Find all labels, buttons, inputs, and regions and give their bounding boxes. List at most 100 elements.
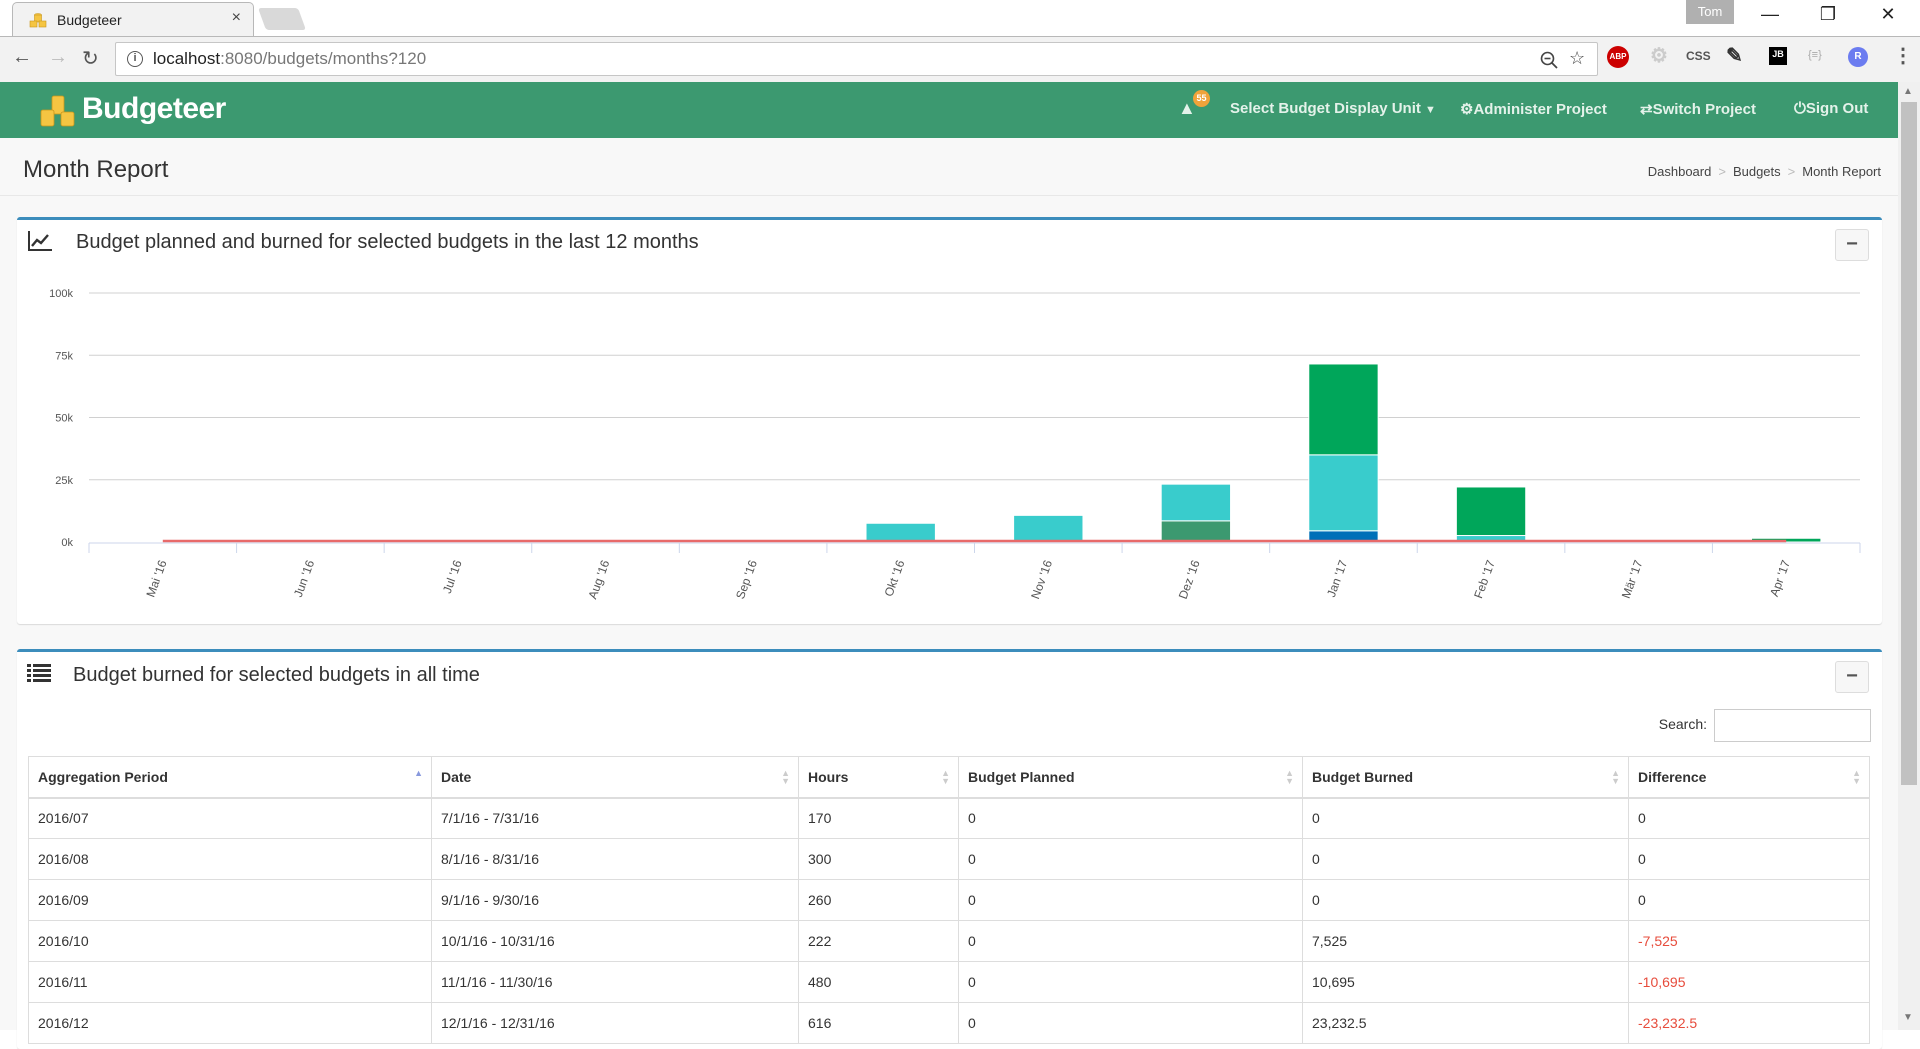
table-body: 2016/07 7/1/16 - 7/31/16 170 0 0 0 2016/08 8/1/… [28,797,1870,1044]
budget-table: Aggregation Period ▲ Date ▲ ▼ Hours ▲ ▼ Budge… [28,756,1870,1044]
table-row: 2016/07 7/1/16 - 7/31/16 170 0 0 0 [28,797,1870,839]
breadcrumb-budgets[interactable]: Budgets [1733,164,1781,179]
chart-box: Budget planned and burned for selected b… [17,217,1882,624]
bar-segment [1160,483,1232,522]
x-tick-label: Aug '16 [585,558,612,601]
cell-period: 2016/11 [28,961,432,1003]
list-icon [27,664,51,682]
switch-project-label: Switch Project [1652,101,1756,118]
cell-date: 10/1/16 - 10/31/16 [431,920,799,962]
column-header-budget-burned[interactable]: Budget Burned ▲ ▼ [1302,756,1629,799]
json-extension-icon[interactable]: {≡} [1808,49,1822,61]
x-tick-label: Mär '17 [1619,558,1646,600]
table-row: 2016/09 9/1/16 - 9/30/16 260 0 0 0 [28,879,1870,921]
caret-down-icon: ▼ [1425,104,1436,116]
x-tick-label: Nov '16 [1028,558,1055,601]
column-header-hours[interactable]: Hours ▲ ▼ [798,756,959,799]
tab-title: Budgeteer [57,12,122,28]
cell-date: 7/1/16 - 7/31/16 [431,797,799,839]
cell-planned: 0 [958,797,1303,839]
browser-toolbar: ← → ↻ i localhost:8080/budgets/months?12… [0,36,1920,82]
notification-badge: 55 [1193,90,1210,107]
reload-icon[interactable]: ↻ [82,46,99,71]
collapse-table-button[interactable]: − [1835,661,1869,693]
forward-icon[interactable]: → [48,46,68,69]
y-tick-label: 100k [49,288,73,300]
x-tick-label: Sep '16 [733,558,760,601]
column-header-difference[interactable]: Difference ▲ ▼ [1628,756,1870,799]
cell-hours: 616 [798,1002,959,1044]
minimize-icon[interactable]: — [1755,4,1785,25]
display-unit-label: Select Budget Display Unit [1230,100,1421,117]
column-label: Aggregation Period [38,768,168,785]
close-window-icon[interactable]: ✕ [1873,4,1903,25]
page-header: Month Report Dashboard > Budgets > Month Rep… [0,138,1898,196]
exchange-icon: ⇄ [1640,101,1653,118]
browser-tab[interactable]: Budgeteer × [12,2,254,36]
x-tick-label: Jan '17 [1324,558,1350,599]
cell-difference: 0 [1628,838,1870,880]
sign-out-label: Sign Out [1805,100,1869,117]
bar-segment [1455,486,1527,537]
y-tick-label: 50k [55,413,73,425]
jetbrains-extension-icon[interactable]: JB [1769,47,1787,65]
back-icon[interactable]: ← [12,46,32,69]
x-tick-label: Feb '17 [1471,558,1498,600]
column-header-aggregation-period[interactable]: Aggregation Period ▲ [28,756,432,799]
table-box-title: Budget burned for selected budgets in al… [73,664,480,686]
x-tick-label: Dez '16 [1176,558,1203,601]
page-scrollbar[interactable]: ▲ ▼ [1898,82,1920,1030]
bar-segment [1308,454,1379,532]
adblock-plus-icon[interactable]: ABP [1607,46,1629,68]
app-navbar: Budgeteer ▲ 55 Select Budget Display Uni… [0,82,1898,138]
new-tab-button[interactable] [257,8,307,30]
url-text[interactable]: localhost:8080/budgets/months?120 [153,49,426,69]
site-info-icon[interactable]: i [127,51,143,67]
content-wrapper: Month Report Dashboard > Budgets > Month Rep… [0,138,1898,1049]
table-row: 2016/11 11/1/16 - 11/30/16 480 0 10,695 -10,6… [28,961,1870,1003]
browser-menu-icon[interactable]: ⋮ [1893,43,1913,68]
column-label: Date [441,768,472,785]
column-header-date[interactable]: Date ▲ ▼ [431,756,799,799]
sign-out-link[interactable]: ⏻Sign Out [1794,100,1868,117]
search-label: Search: [1658,716,1707,732]
bar-segment [1160,520,1232,543]
scrollbar-thumb[interactable] [1901,102,1917,785]
zoom-out-icon[interactable] [1540,51,1558,69]
css-extension-icon[interactable]: CSS [1686,49,1711,63]
tab-close-icon[interactable]: × [232,9,241,27]
breadcrumb-dashboard[interactable]: Dashboard [1648,164,1712,179]
cell-period: 2016/10 [28,920,432,962]
pencil-extension-icon[interactable]: ✎ [1726,43,1743,68]
scroll-down-icon[interactable]: ▼ [1903,1012,1913,1023]
profile-name[interactable]: Tom [1686,0,1734,24]
cell-difference: 0 [1628,797,1870,839]
bar-segment [1013,514,1084,543]
bookmark-star-icon[interactable]: ☆ [1569,48,1585,69]
restore-icon[interactable]: ❐ [1813,4,1843,25]
address-bar[interactable]: i localhost:8080/budgets/months?120 ☆ [115,42,1598,76]
search-input[interactable] [1714,709,1871,742]
sort-icon: ▲ ▼ [1852,768,1861,786]
bar-segment [865,522,936,543]
switch-project-link[interactable]: ⇄Switch Project [1640,100,1756,118]
r-extension-icon[interactable]: R [1848,47,1868,67]
gear-extension-icon[interactable]: ⚙ [1650,43,1668,68]
x-tick-label: Mai '16 [143,558,169,599]
brand-logo[interactable]: Budgeteer [82,92,226,126]
cell-period: 2016/12 [28,1002,432,1044]
table-row: 2016/10 10/1/16 - 10/31/16 222 0 7,525 -7,525 [28,920,1870,962]
scroll-up-icon[interactable]: ▲ [1903,86,1913,97]
x-tick-label: Jun '16 [291,558,317,599]
cell-period: 2016/09 [28,879,432,921]
administer-project-link[interactable]: ⚙Administer Project [1460,100,1607,118]
column-header-budget-planned[interactable]: Budget Planned ▲ ▼ [958,756,1303,799]
cell-planned: 0 [958,1002,1303,1044]
sort-asc-icon: ▲ [414,768,423,778]
cell-date: 8/1/16 - 8/31/16 [431,838,799,880]
cell-planned: 0 [958,961,1303,1003]
cell-period: 2016/07 [28,797,432,839]
display-unit-dropdown[interactable]: Select Budget Display Unit ▼ [1230,100,1436,117]
table-header-row: Aggregation Period ▲ Date ▲ ▼ Hours ▲ ▼ Budge… [28,756,1870,799]
cell-burned: 0 [1302,879,1629,921]
